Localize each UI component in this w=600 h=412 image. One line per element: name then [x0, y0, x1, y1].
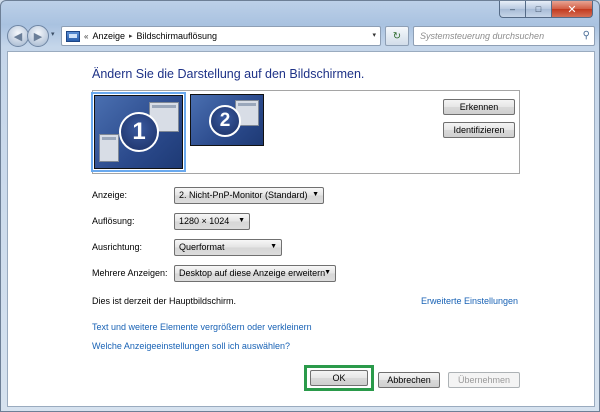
- multiple-displays-select[interactable]: Desktop auf diese Anzeige erweitern ▼: [174, 264, 336, 282]
- maximize-icon: □: [535, 4, 542, 14]
- monitor-1-thumbnail[interactable]: 1: [91, 92, 186, 172]
- page-title: Ändern Sie die Darstellung auf den Bilds…: [92, 67, 365, 81]
- advanced-settings-link[interactable]: Erweiterte Einstellungen: [421, 296, 518, 306]
- monitor-arrangement-panel: 1 2 Erkennen Identifizieren: [91, 90, 520, 174]
- address-bar[interactable]: « Anzeige ▸ Bildschirmauflösung ▾: [61, 26, 381, 46]
- refresh-icon: ↻: [392, 30, 402, 42]
- resolution-row: Auflösung: 1280 × 1024 ▼: [92, 212, 250, 230]
- orientation-label: Ausrichtung:: [92, 242, 143, 252]
- orientation-row: Ausrichtung: Querformat ▼: [92, 238, 282, 256]
- search-placeholder: Systemsteuerung durchsuchen: [420, 31, 545, 41]
- which-settings-link[interactable]: Welche Anzeigeeinstellungen soll ich aus…: [92, 341, 290, 351]
- caption-buttons: – □ ✕: [499, 1, 593, 18]
- close-icon: ✕: [567, 3, 577, 16]
- breadcrumb-item-anzeige[interactable]: Anzeige: [92, 31, 125, 41]
- maximize-button[interactable]: □: [525, 1, 551, 18]
- search-icon[interactable]: ⚲: [583, 30, 590, 41]
- ok-button[interactable]: OK: [310, 370, 368, 386]
- chevron-down-icon: ▼: [312, 190, 319, 198]
- navigation-bar: ◀ ▶ ▾ « Anzeige ▸ Bildschirmauflösung ▾ …: [7, 25, 595, 47]
- refresh-button[interactable]: ↻: [385, 26, 409, 46]
- chevron-down-icon: ▼: [270, 242, 277, 250]
- display-select[interactable]: 2. Nicht-PnP-Monitor (Standard) ▼: [174, 186, 324, 204]
- monitor-1-number: 1: [119, 112, 159, 152]
- forward-button[interactable]: ▶: [27, 25, 49, 47]
- back-arrow-icon: ◀: [13, 30, 23, 43]
- minimize-icon: –: [509, 4, 515, 14]
- display-label: Anzeige:: [92, 190, 128, 200]
- address-dropdown-icon[interactable]: ▾: [372, 31, 376, 39]
- detect-button[interactable]: Erkennen: [443, 99, 515, 115]
- minimize-button[interactable]: –: [499, 1, 525, 18]
- multiple-displays-select-value: Desktop auf diese Anzeige erweitern: [179, 268, 326, 278]
- breadcrumb-item-resolution[interactable]: Bildschirmauflösung: [137, 31, 218, 41]
- orientation-select-value: Querformat: [179, 242, 225, 252]
- chevron-down-icon: ▼: [238, 216, 245, 224]
- resolution-select[interactable]: 1280 × 1024 ▼: [174, 212, 250, 230]
- orientation-select[interactable]: Querformat ▼: [174, 238, 282, 256]
- search-input[interactable]: Systemsteuerung durchsuchen ⚲: [413, 26, 595, 46]
- monitor-2-number: 2: [209, 105, 241, 137]
- breadcrumb-overflow-icon[interactable]: «: [84, 32, 88, 41]
- main-display-status: Dies ist derzeit der Hauptbildschirm.: [92, 296, 237, 306]
- monitor-2-thumbnail[interactable]: 2: [190, 94, 264, 146]
- history-dropdown-icon[interactable]: ▾: [51, 30, 55, 38]
- forward-arrow-icon: ▶: [33, 30, 43, 43]
- resolution-select-value: 1280 × 1024: [179, 216, 230, 226]
- display-row: Anzeige: 2. Nicht-PnP-Monitor (Standard)…: [92, 186, 324, 204]
- control-panel-icon: [66, 30, 80, 42]
- multiple-displays-row: Mehrere Anzeigen: Desktop auf diese Anze…: [92, 264, 336, 282]
- content-area: Ändern Sie die Darstellung auf den Bilds…: [7, 51, 595, 407]
- display-select-value: 2. Nicht-PnP-Monitor (Standard): [179, 190, 308, 200]
- apply-button[interactable]: Übernehmen: [448, 372, 520, 388]
- cancel-button[interactable]: Abbrechen: [378, 372, 440, 388]
- multiple-displays-label: Mehrere Anzeigen:: [92, 268, 168, 278]
- breadcrumb-separator-icon[interactable]: ▸: [129, 32, 133, 40]
- resolution-label: Auflösung:: [92, 216, 135, 226]
- back-button[interactable]: ◀: [7, 25, 29, 47]
- close-button[interactable]: ✕: [551, 1, 593, 18]
- control-panel-window: – □ ✕ ◀ ▶ ▾ « Anzeige ▸ Bildschirmauflös…: [0, 0, 600, 412]
- mini-window-icon: [99, 134, 119, 162]
- chevron-down-icon: ▼: [324, 268, 331, 276]
- identify-button[interactable]: Identifizieren: [443, 122, 515, 138]
- text-size-link[interactable]: Text und weitere Elemente vergrößern ode…: [92, 322, 312, 332]
